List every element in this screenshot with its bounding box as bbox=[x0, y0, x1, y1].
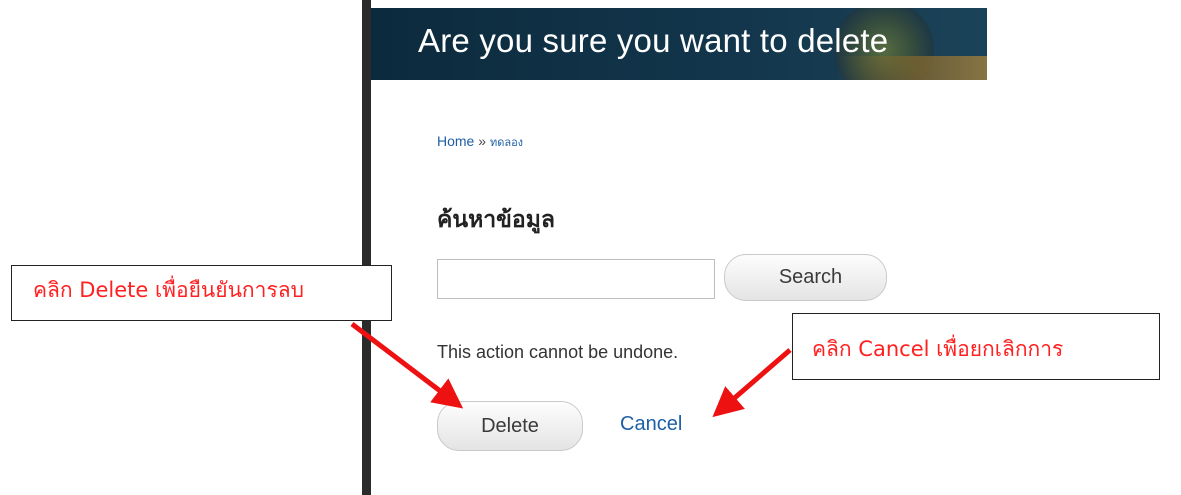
search-button[interactable]: Search bbox=[724, 254, 887, 301]
breadcrumb-current: ทดลอง bbox=[489, 137, 524, 149]
page-header: Are you sure you want to delete bbox=[371, 8, 987, 80]
search-block-title: ค้นหาข้อมูล bbox=[437, 207, 555, 233]
page-left-border bbox=[362, 0, 371, 495]
breadcrumb-separator: » bbox=[478, 133, 487, 149]
page-title: Are you sure you want to delete bbox=[418, 22, 889, 59]
delete-hint-text: คลิก Delete เพื่อยืนยันการลบ bbox=[33, 278, 304, 302]
delete-hint-callout: คลิก Delete เพื่อยืนยันการลบ bbox=[11, 265, 392, 321]
cancel-link[interactable]: Cancel bbox=[620, 413, 682, 436]
cancel-arrow-icon bbox=[712, 348, 792, 418]
cancel-hint-callout: คลิก Cancel เพื่อยกเลิกการ bbox=[792, 313, 1160, 380]
search-input[interactable] bbox=[437, 259, 715, 299]
cancel-hint-text: คลิก Cancel เพื่อยกเลิกการ bbox=[812, 337, 1064, 361]
breadcrumb: Home » ทดลอง bbox=[437, 133, 523, 151]
breadcrumb-home-link[interactable]: Home bbox=[437, 133, 474, 149]
delete-warning-text: This action cannot be undone. bbox=[437, 342, 679, 362]
delete-button[interactable]: Delete bbox=[437, 401, 583, 451]
